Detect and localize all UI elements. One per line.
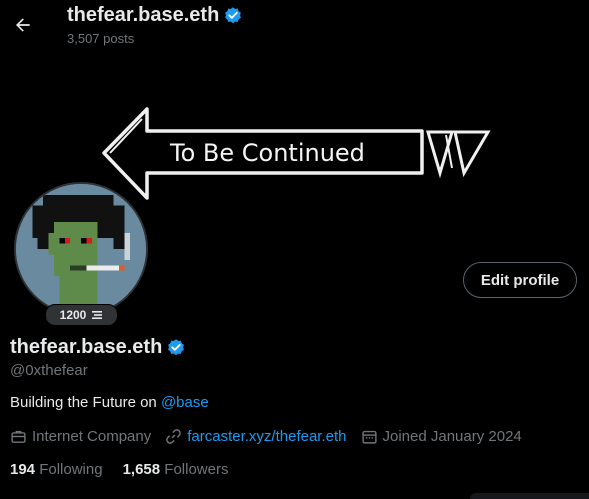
bio-mention-link[interactable]: @base [161,394,209,411]
edit-profile-button[interactable]: Edit profile [463,262,577,298]
level-stack-icon [92,311,103,319]
level-badge[interactable]: 1200 [45,304,118,326]
banner-text: To Be Continued [169,139,365,167]
joined-text: Joined January 2024 [382,428,522,445]
header-title: thefear.base.eth [67,4,243,27]
bio: Building the Future on @base [10,394,209,411]
followers-label: Followers [164,461,229,478]
top-header: thefear.base.eth 3,507 posts [0,0,589,53]
website-item: farcaster.xyz/thefear.eth [165,428,347,445]
level-value: 1200 [59,308,87,322]
website-link[interactable]: farcaster.xyz/thefear.eth [187,428,346,445]
arrow-left-icon [16,18,30,32]
followers-count: 1,658 [122,461,161,478]
link-icon [166,429,182,444]
display-name-text: thefear.base.eth [10,336,163,358]
category-item: Internet Company [10,428,151,445]
back-button[interactable] [6,8,40,42]
post-count: 3,507 posts [67,31,135,46]
following-label: Following [39,461,103,478]
cropped-element [470,493,589,499]
display-name: thefear.base.eth [10,336,186,359]
avatar-container[interactable] [10,178,152,320]
joined-item: Joined January 2024 [361,428,522,445]
calendar-icon [361,430,377,444]
verified-badge-icon[interactable] [166,338,186,358]
follow-stats: 194 Following 1,658 Followers [10,461,228,478]
pixel-punk-avatar [16,184,146,314]
verified-badge-icon [225,6,242,23]
following-count: 194 [10,461,36,478]
bio-text: Building the Future on [10,394,161,411]
category-text: Internet Company [32,428,152,445]
header-name-text: thefear.base.eth [67,4,220,26]
briefcase-icon [11,430,26,443]
following-link[interactable]: 194 Following [10,461,103,478]
profile-meta: Internet Company farcaster.xyz/thefear.e… [10,428,522,445]
user-handle: @0xthefear [10,362,88,379]
avatar[interactable] [14,182,148,316]
followers-link[interactable]: 1,658 Followers [123,461,229,478]
